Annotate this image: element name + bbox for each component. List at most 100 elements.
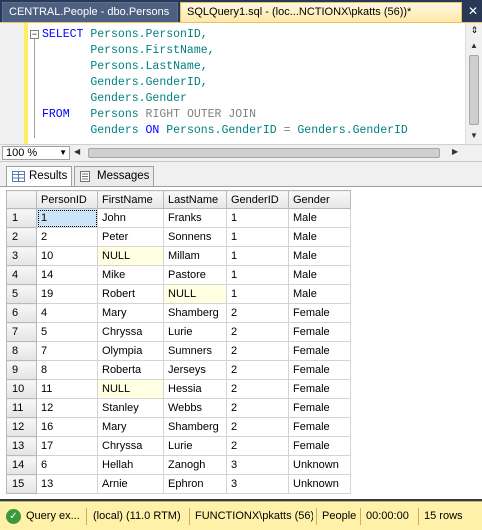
corner-header[interactable]	[6, 190, 37, 209]
row-header[interactable]: 12	[6, 417, 37, 437]
tab-sqlquery1[interactable]: SQLQuery1.sql - (loc...NCTIONX\pkatts (5…	[180, 2, 462, 22]
table-row[interactable]: 14 6 Hellah Zanogh 3 Unknown	[6, 455, 351, 475]
grid-cell[interactable]: Arnie	[97, 474, 164, 494]
row-header[interactable]: 6	[6, 303, 37, 323]
grid-cell[interactable]: 2	[226, 379, 289, 399]
grid-cell[interactable]: Franks	[163, 208, 227, 228]
column-header-gender[interactable]: Gender	[288, 190, 351, 209]
grid-cell[interactable]: Zanogh	[163, 455, 227, 475]
grid-cell[interactable]: Lurie	[163, 436, 227, 456]
grid-cell[interactable]: Olympia	[97, 341, 164, 361]
grid-cell[interactable]: NULL	[97, 246, 164, 266]
grid-cell[interactable]: 1	[226, 265, 289, 285]
grid-cell[interactable]: 2	[226, 398, 289, 418]
row-header[interactable]: 14	[6, 455, 37, 475]
grid-cell[interactable]: 2	[226, 417, 289, 437]
grid-cell[interactable]: 11	[36, 379, 98, 399]
grid-cell[interactable]: Female	[288, 417, 351, 437]
grid-cell[interactable]: John	[97, 208, 164, 228]
grid-cell[interactable]: 16	[36, 417, 98, 437]
table-row[interactable]: 4 14 Mike Pastore 1 Male	[6, 265, 351, 285]
editor-vertical-scrollbar[interactable]: ⇕ ▲ ▼	[465, 23, 482, 145]
grid-cell[interactable]: Hessia	[163, 379, 227, 399]
column-header-firstname[interactable]: FirstName	[97, 190, 164, 209]
tab-persons-table[interactable]: CENTRAL.People - dbo.Persons	[2, 2, 178, 22]
grid-cell[interactable]: Unknown	[288, 474, 351, 494]
grid-cell[interactable]: Chryssa	[97, 322, 164, 342]
grid-cell[interactable]: Robert	[97, 284, 164, 304]
grid-cell[interactable]: Stanley	[97, 398, 164, 418]
grid-cell[interactable]: Female	[288, 360, 351, 380]
tab-results[interactable]: Results	[6, 166, 72, 186]
grid-cell[interactable]: 1	[226, 284, 289, 304]
grid-cell[interactable]: Mike	[97, 265, 164, 285]
table-row[interactable]: 8 7 Olympia Sumners 2 Female	[6, 341, 351, 361]
grid-cell[interactable]: Sonnens	[163, 227, 227, 247]
grid-cell[interactable]: 5	[36, 322, 98, 342]
grid-cell[interactable]: 2	[226, 322, 289, 342]
grid-cell[interactable]: Male	[288, 284, 351, 304]
grid-cell[interactable]: NULL	[163, 284, 227, 304]
table-row[interactable]: 11 12 Stanley Webbs 2 Female	[6, 398, 351, 418]
grid-cell[interactable]: Hellah	[97, 455, 164, 475]
table-row[interactable]: 12 16 Mary Shamberg 2 Female	[6, 417, 351, 437]
scroll-thumb[interactable]	[469, 55, 479, 125]
grid-cell[interactable]: 1	[226, 208, 289, 228]
table-row[interactable]: 2 2 Peter Sonnens 1 Male	[6, 227, 351, 247]
grid-cell[interactable]: NULL	[97, 379, 164, 399]
grid-cell[interactable]: 1	[226, 246, 289, 266]
tab-messages[interactable]: Messages	[74, 166, 154, 186]
zoom-select[interactable]: 100 % ▼	[2, 146, 70, 160]
grid-cell[interactable]: Roberta	[97, 360, 164, 380]
grid-cell[interactable]: Male	[288, 265, 351, 285]
table-row[interactable]: 10 11 NULL Hessia 2 Female	[6, 379, 351, 399]
table-row[interactable]: 1 1 John Franks 1 Male	[6, 208, 351, 228]
table-row[interactable]: 3 10 NULL Millam 1 Male	[6, 246, 351, 266]
grid-cell[interactable]: Mary	[97, 417, 164, 437]
grid-cell[interactable]: 7	[36, 341, 98, 361]
grid-cell[interactable]: 3	[226, 474, 289, 494]
grid-cell[interactable]: 6	[36, 455, 98, 475]
scroll-up-icon[interactable]: ▲	[466, 39, 482, 53]
grid-cell[interactable]: Jerseys	[163, 360, 227, 380]
grid-cell[interactable]: 2	[36, 227, 98, 247]
grid-cell[interactable]: 17	[36, 436, 98, 456]
row-header[interactable]: 4	[6, 265, 37, 285]
row-header[interactable]: 2	[6, 227, 37, 247]
grid-cell[interactable]: 8	[36, 360, 98, 380]
results-grid-pane[interactable]: PersonID FirstName LastName GenderID Gen…	[0, 186, 482, 499]
grid-cell[interactable]: 2	[226, 436, 289, 456]
grid-cell[interactable]: Female	[288, 341, 351, 361]
row-header[interactable]: 1	[6, 208, 37, 228]
sql-editor[interactable]: − SELECT Persons.PersonID, Persons.First…	[0, 22, 482, 145]
scroll-left-icon[interactable]: ◀	[74, 147, 80, 156]
grid-cell[interactable]: 19	[36, 284, 98, 304]
table-row[interactable]: 15 13 Arnie Ephron 3 Unknown	[6, 474, 351, 494]
grid-cell[interactable]: 4	[36, 303, 98, 323]
table-row[interactable]: 5 19 Robert NULL 1 Male	[6, 284, 351, 304]
results-grid[interactable]: PersonID FirstName LastName GenderID Gen…	[6, 190, 351, 494]
grid-cell[interactable]: Mary	[97, 303, 164, 323]
grid-cell[interactable]: Ephron	[163, 474, 227, 494]
grid-cell[interactable]: 10	[36, 246, 98, 266]
grid-cell[interactable]: 12	[36, 398, 98, 418]
grid-cell[interactable]: Female	[288, 379, 351, 399]
grid-cell[interactable]: Peter	[97, 227, 164, 247]
grid-cell[interactable]: Female	[288, 436, 351, 456]
row-header[interactable]: 5	[6, 284, 37, 304]
grid-cell[interactable]: Shamberg	[163, 417, 227, 437]
grid-cell[interactable]: Chryssa	[97, 436, 164, 456]
grid-cell[interactable]: 2	[226, 303, 289, 323]
grid-cell[interactable]: Shamberg	[163, 303, 227, 323]
column-header-lastname[interactable]: LastName	[163, 190, 227, 209]
grid-cell[interactable]: 2	[226, 360, 289, 380]
grid-cell[interactable]: Lurie	[163, 322, 227, 342]
grid-cell[interactable]: Male	[288, 227, 351, 247]
grid-cell[interactable]: Male	[288, 246, 351, 266]
row-header[interactable]: 15	[6, 474, 37, 494]
grid-cell[interactable]: Unknown	[288, 455, 351, 475]
table-row[interactable]: 6 4 Mary Shamberg 2 Female	[6, 303, 351, 323]
scroll-right-icon[interactable]: ▶	[452, 147, 458, 156]
grid-cell[interactable]: Millam	[163, 246, 227, 266]
grid-cell[interactable]: 3	[226, 455, 289, 475]
